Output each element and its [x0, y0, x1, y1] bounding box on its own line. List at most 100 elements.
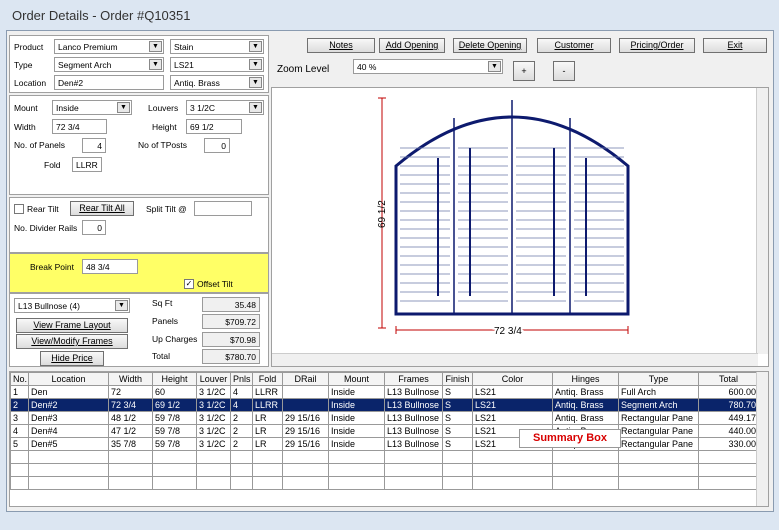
split-tilt-field[interactable]	[194, 201, 252, 216]
table-cell	[282, 398, 329, 412]
fold-field[interactable]: LLRR	[72, 157, 102, 172]
table-cell: Full Arch	[618, 385, 699, 399]
column-header[interactable]: Frames	[384, 372, 443, 386]
zoom-select[interactable]: 40 % ▼	[353, 59, 503, 74]
table-cell: LLRR	[252, 385, 283, 399]
order-details-window: Product Lanco Premium ▼ Stain ▼ Type Segme…	[6, 30, 774, 512]
panels-label: No. of Panels	[14, 140, 66, 150]
break-point-field[interactable]: 48 3/4	[82, 259, 138, 274]
column-header[interactable]: DRail	[282, 372, 329, 386]
table-cell	[28, 450, 109, 464]
column-header[interactable]: Fold	[252, 372, 283, 386]
table-row[interactable]: 5 Den#5 35 7/8 59 7/8 3 1/2C 2 LR 29 15/16 Insid…	[10, 437, 759, 451]
title-bar: Order Details - Order #Q10351	[0, 0, 779, 30]
location-field[interactable]: Den#2	[54, 75, 164, 90]
rear-tilt-all-button[interactable]: Rear Tilt All	[70, 201, 134, 216]
table-cell: LR	[252, 424, 283, 438]
offset-tilt-label: Offset Tilt	[197, 279, 233, 289]
delete-opening-button[interactable]: Delete Opening	[453, 38, 527, 53]
mount-value: Inside	[56, 103, 79, 113]
location-label: Location	[14, 78, 47, 88]
louvers-value: 3 1/2C	[190, 103, 216, 113]
add-opening-button[interactable]: Add Opening	[379, 38, 445, 53]
table-cell: L13 Bullnose	[384, 437, 443, 451]
frame-select[interactable]: L13 Bullnose (4) ▼	[14, 298, 130, 313]
hinge-select[interactable]: Antiq. Brass ▼	[170, 75, 264, 90]
offset-tilt-checkbox[interactable]: ✓	[184, 279, 194, 289]
table-row[interactable]: 1 Den 72 60 3 1/2C 4 LLRR Inside L13 Bullnose S LS…	[10, 385, 759, 399]
panels-field[interactable]: 4	[82, 138, 106, 153]
louvers-select[interactable]: 3 1/2C ▼	[186, 100, 264, 115]
column-header[interactable]: Height	[152, 372, 197, 386]
table-cell	[618, 476, 699, 490]
column-header[interactable]: Pnls	[230, 372, 253, 386]
color-select[interactable]: LS21 ▼	[170, 57, 264, 72]
column-header[interactable]: No.	[10, 372, 29, 386]
mount-select[interactable]: Inside ▼	[52, 100, 132, 115]
table-cell: Den#4	[28, 424, 109, 438]
table-cell	[282, 476, 329, 490]
table-cell: 3 1/2C	[196, 437, 231, 451]
view-frame-layout-button[interactable]: View Frame Layout	[16, 318, 128, 333]
table-cell	[196, 450, 231, 464]
table-cell	[442, 463, 473, 477]
chevron-down-icon: ▼	[249, 77, 262, 88]
table-cell: 3 1/2C	[196, 411, 231, 425]
customer-button[interactable]: Customer	[537, 38, 611, 53]
column-header[interactable]: Louver	[196, 372, 231, 386]
table-cell	[472, 463, 553, 477]
table-row[interactable]: 2 Den#2 72 3/4 69 1/2 3 1/2C 4 LLRR Inside L13 B…	[10, 398, 759, 412]
table-cell: Inside	[328, 437, 385, 451]
table-cell: Rectangular Pane	[618, 424, 699, 438]
width-field[interactable]: 72 3/4	[52, 119, 107, 134]
shutter-drawing: 69 1/2 72 3/4	[377, 97, 630, 339]
table-cell: 35 7/8	[108, 437, 153, 451]
tposts-field[interactable]: 0	[204, 138, 230, 153]
table-cell: 3 1/2C	[196, 398, 231, 412]
vertical-scrollbar[interactable]	[756, 88, 768, 354]
rear-tilt-checkbox[interactable]	[14, 204, 24, 214]
openings-table-container: No. Location Width Height Louver Pnls Fold DRai…	[9, 371, 769, 507]
table-row[interactable]: 3 Den#3 48 1/2 59 7/8 3 1/2C 2 LR 29 15/16 Insid…	[10, 411, 759, 425]
table-cell: Segment Arch	[618, 398, 699, 412]
divider-field[interactable]: 0	[82, 220, 106, 235]
column-header[interactable]: Type	[618, 372, 699, 386]
table-cell: 72 3/4	[108, 398, 153, 412]
horizontal-scrollbar[interactable]	[272, 353, 758, 366]
table-cell: Inside	[328, 385, 385, 399]
view-modify-frames-button[interactable]: View/Modify Frames	[16, 334, 128, 349]
column-header[interactable]: Color	[472, 372, 553, 386]
product-select[interactable]: Lanco Premium ▼	[54, 39, 164, 54]
table-cell	[10, 463, 29, 477]
table-cell	[472, 476, 553, 490]
zoom-value: 40 %	[357, 62, 377, 72]
table-cell: 4	[230, 398, 253, 412]
table-cell: 60	[152, 385, 197, 399]
table-scrollbar[interactable]	[756, 372, 768, 506]
table-cell	[328, 450, 385, 464]
tilt-panel: Rear Tilt Rear Tilt All Split Tilt @ No.…	[9, 197, 269, 253]
column-header[interactable]: Width	[108, 372, 153, 386]
column-header[interactable]: Total	[698, 372, 759, 386]
column-header[interactable]: Finish	[442, 372, 473, 386]
type-select[interactable]: Segment Arch ▼	[54, 57, 164, 72]
table-row[interactable]: 4 Den#4 47 1/2 59 7/8 3 1/2C 2 LR 29 15/16 Insid…	[10, 424, 759, 438]
table-cell: 2	[230, 437, 253, 451]
column-header[interactable]: Location	[28, 372, 109, 386]
pricing-order-button[interactable]: Pricing/Order	[619, 38, 695, 53]
table-cell: S	[442, 411, 473, 425]
zoom-out-button[interactable]: -	[553, 61, 575, 81]
column-header[interactable]: Hinges	[552, 372, 619, 386]
table-cell: 449.17	[698, 411, 759, 425]
height-field[interactable]: 69 1/2	[186, 119, 242, 134]
zoom-in-button[interactable]: +	[513, 61, 535, 81]
exit-button[interactable]: Exit	[703, 38, 767, 53]
table-cell: 72	[108, 385, 153, 399]
notes-button[interactable]: Notes	[307, 38, 375, 53]
hide-price-button[interactable]: Hide Price	[40, 351, 104, 366]
table-cell	[442, 450, 473, 464]
panels-price-field: $709.72	[202, 314, 260, 329]
finish-select[interactable]: Stain ▼	[170, 39, 264, 54]
column-header[interactable]: Mount	[328, 372, 385, 386]
panels-price-label: Panels	[152, 316, 178, 326]
